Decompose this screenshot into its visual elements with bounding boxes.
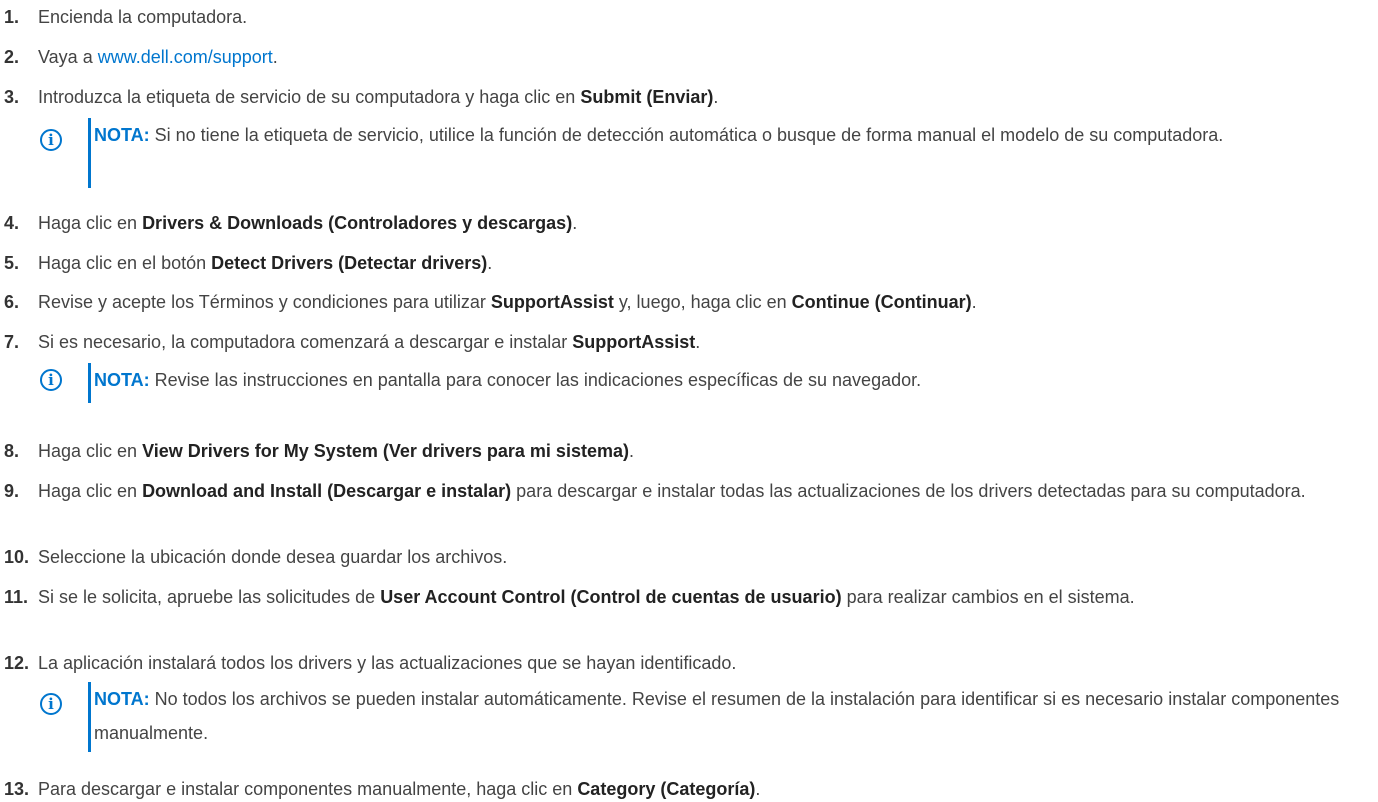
info-icon: i [40,693,62,715]
step-number: 1. [4,7,20,27]
step-number: 11. [4,587,29,607]
step-number: 5. [4,253,20,273]
step-number: 2. [4,47,20,67]
note-text: NOTA: Revise las instrucciones en pantal… [94,370,922,390]
note-accent-bar [88,682,91,752]
step-number: 4. [4,213,20,233]
step-number: 7. [4,332,20,352]
step-number: 10. [4,547,30,567]
step-number: 8. [4,441,20,461]
info-icon: i [40,129,62,151]
step-text: Haga clic en Drivers & Downloads (Contro… [38,213,578,233]
step-text: Haga clic en Download and Install (Desca… [38,481,1306,501]
step-text: Encienda la computadora. [38,7,248,27]
step-number: 3. [4,87,20,107]
step-number: 9. [4,481,20,501]
info-icon: i [40,369,62,391]
note-text: NOTA: Si no tiene la etiqueta de servici… [94,125,1224,145]
step-text: Si es necesario, la computadora comenzar… [38,332,701,352]
note-accent-bar [88,363,91,403]
note-text: NOTA: No todos los archivos se pueden in… [94,689,1340,743]
step-number: 13. [4,779,30,799]
step-text: Si se le solicita, apruebe las solicitud… [38,587,1135,607]
step-text: Vaya a www.dell.com/support. [38,47,278,67]
step-number: 6. [4,292,20,312]
note-2: i NOTA: Revise las instrucciones en pant… [40,363,1360,403]
step-text: Seleccione la ubicación donde desea guar… [38,547,508,567]
step-text: Para descargar e instalar componentes ma… [38,779,761,799]
step-text: Haga clic en el botón Detect Drivers (De… [38,253,493,273]
note-accent-bar [88,118,91,188]
step-text: Haga clic en View Drivers for My System … [38,441,634,461]
note-1: i NOTA: Si no tiene la etiqueta de servi… [40,118,1360,190]
note-3: i NOTA: No todos los archivos se pueden … [40,682,1360,754]
step-number: 12. [4,653,30,673]
step-text: Revise y acepte los Términos y condicion… [38,292,977,312]
step-text: Introduzca la etiqueta de servicio de su… [38,87,719,107]
dell-support-link[interactable]: www.dell.com/support [98,47,273,67]
step-text: La aplicación instalará todos los driver… [38,653,737,673]
